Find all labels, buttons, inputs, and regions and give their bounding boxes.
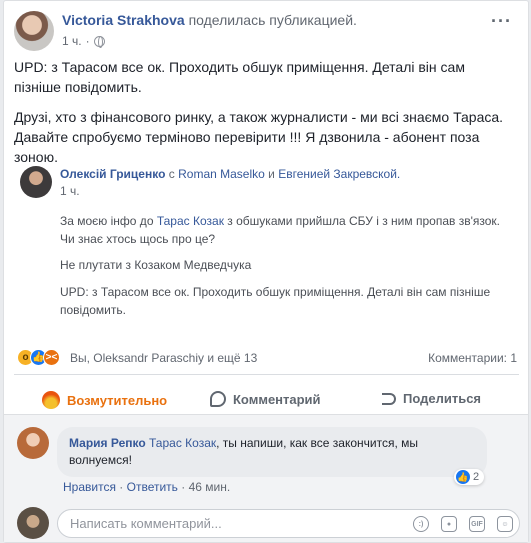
post-text-line: Давайте спробуємо терміново перевірити !…: [14, 129, 480, 145]
post-text-line: пізніше повідомить.: [14, 79, 142, 95]
my-avatar: [17, 507, 49, 539]
comment-likes[interactable]: 👍 2: [454, 469, 485, 485]
post-text-line: Друзі, хто з фінансового ринку, а також …: [14, 109, 504, 125]
post-time[interactable]: 1 ч.: [62, 34, 82, 48]
comment-input-placeholder: Написать комментарий...: [70, 516, 222, 531]
post-header: Victoria Strakhova поделилась публикацие…: [62, 12, 357, 28]
react-button[interactable]: Возмутительно: [42, 391, 167, 409]
angry-reaction-icon: ><: [43, 349, 60, 366]
like-icon: 👍: [456, 470, 470, 484]
comments-section: Мария Репко Тарас Козак, ты напиши, как …: [4, 414, 528, 542]
post-text-line: UPD: з Тарасом все ок. Проходить обшук п…: [14, 59, 465, 75]
comment-like-link[interactable]: Нравится: [63, 480, 116, 494]
share-action-text: поделилась публикацией.: [188, 12, 357, 28]
shared-text-line: Не плутати з Козаком Медведчука: [60, 258, 252, 272]
emoji-icon[interactable]: :): [413, 516, 429, 532]
comment-bubble: Мария Репко Тарас Козак, ты напиши, как …: [57, 427, 487, 477]
comments-count[interactable]: Комментарии: 1: [428, 351, 517, 365]
angry-face-icon: [42, 391, 60, 409]
comment-icon: [210, 391, 226, 407]
reaction-summary[interactable]: Вы, Oleksandr Paraschiy и ещё 13: [70, 351, 257, 365]
author-name[interactable]: Victoria Strakhova: [62, 12, 185, 28]
comment-text: волнуемся!: [69, 453, 132, 467]
tagged-person-link[interactable]: Евгенией Закревской.: [278, 167, 400, 181]
shared-text-line: UPD: з Тарасом все ок. Проходить обшук п…: [60, 285, 491, 299]
composer-tools: :) ● GIF ☺: [413, 516, 513, 532]
post-text-line: зоною.: [14, 149, 58, 165]
shared-text-line: Чи знає хтось щось про це?: [60, 232, 216, 246]
mention-link[interactable]: Тарас Козак: [149, 436, 216, 450]
shared-text-line: За моєю інфо до Тарас Козак з обшуками п…: [60, 214, 500, 228]
shared-header: Олексій Гриценко с Roman Maselko и Евген…: [60, 167, 401, 181]
comment-text: , ты напиши, как все закончится, мы: [216, 436, 418, 450]
commenter-avatar[interactable]: [17, 427, 49, 459]
shared-author-avatar[interactable]: [20, 166, 52, 198]
gif-icon[interactable]: GIF: [469, 516, 485, 532]
mention-link[interactable]: Тарас Козак: [157, 214, 224, 228]
comment-time[interactable]: 46 мин.: [189, 480, 231, 494]
post-card: Victoria Strakhova поделилась публикацие…: [3, 0, 529, 543]
sticker-icon[interactable]: ☺: [497, 516, 513, 532]
share-icon: [382, 392, 396, 405]
camera-icon[interactable]: ●: [441, 516, 457, 532]
post-meta: 1 ч. ·: [62, 34, 105, 48]
reaction-icons[interactable]: o 👍 ><: [17, 349, 60, 366]
tagged-person-link[interactable]: Roman Maselko: [178, 167, 265, 181]
shared-time[interactable]: 1 ч.: [60, 184, 80, 198]
more-options-icon[interactable]: ···: [491, 11, 512, 32]
comment-actions: Нравится · Ответить · 46 мин.: [63, 480, 231, 494]
comment-button[interactable]: Комментарий: [210, 391, 321, 407]
globe-icon: [93, 35, 105, 48]
comment-reply-link[interactable]: Ответить: [127, 480, 178, 494]
share-button[interactable]: Поделиться: [382, 391, 481, 406]
author-avatar[interactable]: [14, 11, 54, 51]
shared-author-name[interactable]: Олексій Гриценко: [60, 167, 165, 181]
comment-input[interactable]: Написать комментарий... :) ● GIF ☺: [57, 509, 520, 538]
commenter-name[interactable]: Мария Репко: [69, 436, 146, 450]
divider: [14, 374, 519, 375]
shared-text-line: повідомить.: [60, 303, 126, 317]
